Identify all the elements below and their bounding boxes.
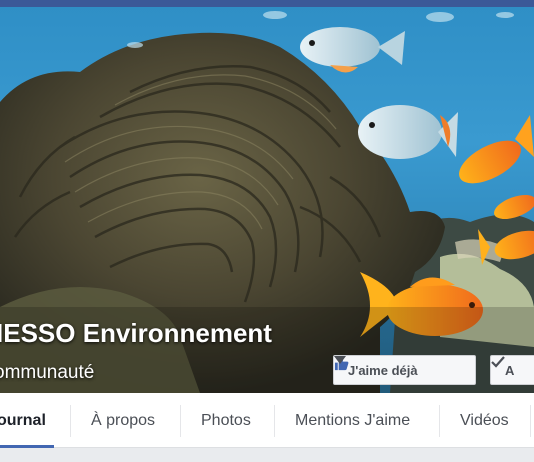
orange-fish-1 (459, 115, 534, 184)
tab-divider (439, 405, 440, 437)
follow-button[interactable]: A (490, 355, 534, 385)
page-tabs: ournal À propos Photos Mentions J'aime V… (0, 393, 534, 448)
silver-fish-2 (358, 105, 458, 159)
tab-journal[interactable]: ournal (0, 393, 54, 448)
tab-divider (530, 405, 531, 437)
page-category[interactable]: ommunauté (0, 362, 94, 384)
follow-button-label: A (505, 362, 515, 378)
top-bar (0, 0, 534, 7)
tab-photos[interactable]: Photos (201, 393, 251, 448)
tab-divider (180, 405, 181, 437)
like-button-label: J'aime déjà (348, 362, 418, 378)
like-button[interactable]: J'aime déjà (333, 355, 476, 385)
tab-likes[interactable]: Mentions J'aime (295, 393, 410, 448)
tab-divider (70, 405, 71, 437)
tab-videos[interactable]: Vidéos (460, 393, 509, 448)
tab-divider (274, 405, 275, 437)
tab-about[interactable]: À propos (91, 393, 155, 448)
page-background (0, 448, 534, 462)
cover-photo[interactable]: IESSO Environnement ommunauté J'aime déj… (0, 7, 534, 393)
silver-fish-1 (300, 27, 405, 73)
page-title: IESSO Environnement (0, 318, 272, 348)
